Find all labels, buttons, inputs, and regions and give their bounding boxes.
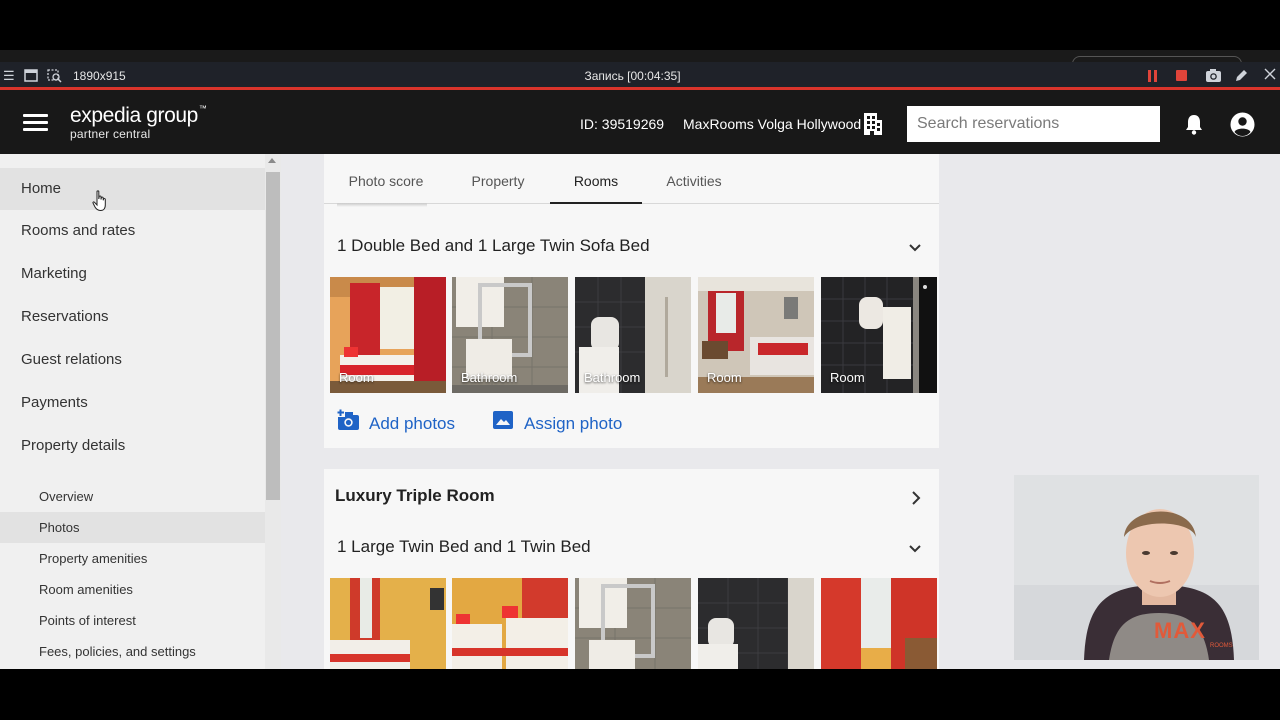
chevron-down-icon[interactable] [909, 540, 921, 553]
recorder-toolbar: ☰ 1890x915 Запись [00:04:35] [0, 62, 1280, 90]
room-bed-config[interactable]: 1 Large Twin Bed and 1 Twin Bed [337, 537, 591, 557]
photo-category-label: Bathroom [461, 370, 518, 385]
search-reservations-input[interactable] [907, 106, 1160, 142]
sidebar-subitem-property-amenities[interactable]: Property amenities [0, 543, 265, 574]
building-icon[interactable] [862, 112, 884, 136]
sidebar-subitem-photos[interactable]: Photos [0, 512, 265, 543]
property-id: ID: 39519269 [580, 116, 665, 132]
top-header: expedia group™ partner central ID: 39519… [0, 90, 1280, 154]
close-icon[interactable] [1264, 68, 1276, 83]
logo-text: expedia group [70, 104, 198, 127]
scroll-up-arrow-icon[interactable] [268, 158, 276, 163]
room-photo[interactable] [821, 578, 937, 669]
recording-title: Запись [00:04:35] [584, 69, 681, 83]
tab-property[interactable]: Property [460, 154, 536, 204]
logo-trademark: ™ [198, 104, 207, 113]
photo-category-label: Bathroom [584, 370, 641, 385]
assign-photo-label: Assign photo [524, 414, 623, 433]
notifications-bell-icon[interactable] [1184, 113, 1204, 135]
sidebar-item-payments[interactable]: Payments [0, 382, 265, 424]
tab-activities[interactable]: Activities [656, 154, 732, 204]
room-photo[interactable]: Bathroom [575, 277, 691, 393]
top-black-strip [0, 0, 1280, 64]
clipped-heading [337, 203, 437, 207]
bottom-black-strip [0, 669, 1280, 720]
room-photo[interactable] [452, 578, 568, 669]
photo-category-label: Room [830, 370, 865, 385]
room-photo[interactable]: Room [698, 277, 814, 393]
sidebar-item-home[interactable]: Home [0, 168, 265, 210]
room-bed-config[interactable]: 1 Double Bed and 1 Large Twin Sofa Bed [337, 236, 650, 256]
stop-icon[interactable] [1176, 70, 1187, 81]
user-account-icon[interactable] [1230, 112, 1255, 137]
photo-category-label: Room [339, 370, 374, 385]
sidebar-subitem-overview[interactable]: Overview [0, 481, 265, 512]
property-name[interactable]: MaxRooms Volga Hollywood [683, 116, 861, 132]
webcam-shirt-brand: MAX [1154, 618, 1206, 643]
room-photo[interactable]: Room [330, 277, 446, 393]
tab-rooms[interactable]: Rooms [550, 154, 642, 204]
sidebar-subitem-fees-policies[interactable]: Fees, policies, and settings [0, 636, 265, 667]
pause-icon[interactable] [1148, 70, 1158, 82]
chevron-right-icon[interactable] [911, 491, 921, 505]
room-photo[interactable] [575, 578, 691, 669]
sidebar: Home Rooms and rates Marketing Reservati… [0, 154, 265, 669]
webcam-overlay: MAX ROOMS [1014, 475, 1259, 660]
room-type-title[interactable]: Luxury Triple Room [335, 486, 495, 506]
camera-icon[interactable] [1205, 68, 1222, 86]
sidebar-item-guest-relations[interactable]: Guest relations [0, 339, 265, 381]
photo-category-label: Room [707, 370, 742, 385]
sidebar-scrollbar-thumb[interactable] [266, 172, 280, 500]
add-photos-label: Add photos [369, 414, 456, 433]
sidebar-subitem-room-amenities[interactable]: Room amenities [0, 574, 265, 605]
hamburger-menu-icon[interactable] [23, 114, 48, 132]
webcam-shirt-brand-sub: ROOMS [1210, 643, 1233, 649]
sidebar-subitem-points-of-interest[interactable]: Points of interest [0, 605, 265, 636]
expedia-logo[interactable]: expedia group™ partner central [70, 104, 207, 141]
image-icon [493, 411, 513, 434]
chevron-down-icon[interactable] [909, 239, 921, 252]
add-photo-camera-icon [337, 409, 361, 436]
sidebar-item-property-details[interactable]: Property details [0, 425, 265, 467]
sidebar-item-rooms-and-rates[interactable]: Rooms and rates [0, 210, 265, 252]
sidebar-item-marketing[interactable]: Marketing [0, 253, 265, 295]
pen-icon[interactable] [1234, 68, 1249, 86]
logo-subtitle: partner central [70, 127, 151, 141]
sidebar-item-reservations[interactable]: Reservations [0, 296, 265, 338]
room-photo[interactable] [698, 578, 814, 669]
tab-photo-score[interactable]: Photo score [338, 154, 434, 204]
photo-tabs: Photo score Property Rooms Activities [324, 154, 939, 204]
room-photo[interactable]: Bathroom [452, 277, 568, 393]
room-photo[interactable]: Room [821, 277, 937, 393]
mouse-pointer-icon [92, 190, 108, 212]
room-photo[interactable] [330, 578, 446, 669]
